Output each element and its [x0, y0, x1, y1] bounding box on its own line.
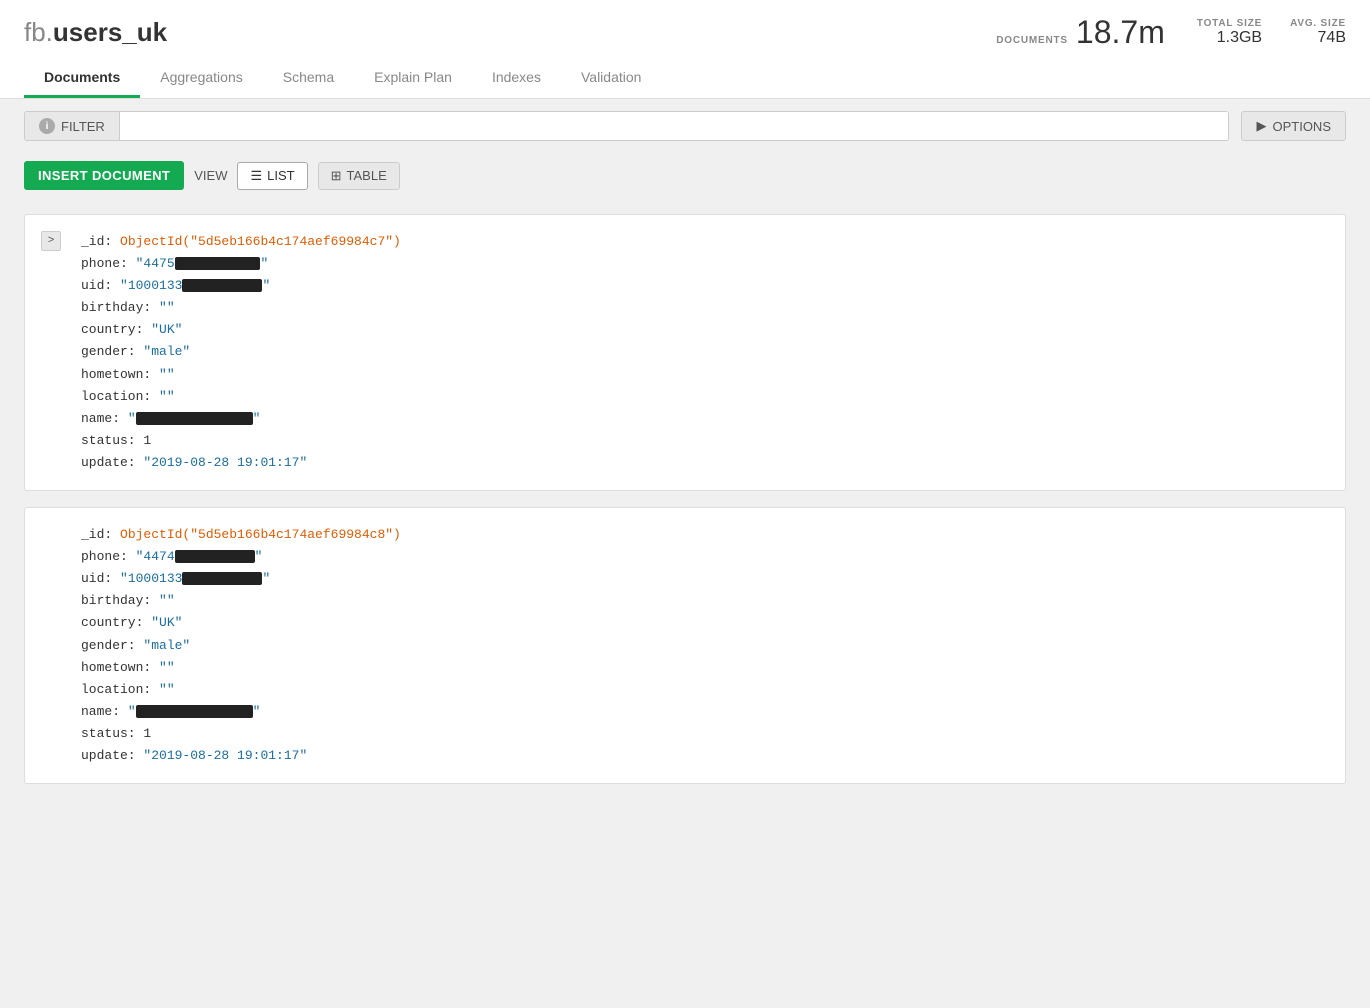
- title-name: users_uk: [53, 17, 167, 47]
- documents-stat: DOCUMENTS 18.7m: [996, 14, 1165, 51]
- field-birthday-2: birthday: "": [81, 590, 1325, 612]
- title-row: fb.users_uk DOCUMENTS 18.7m TOTAL SIZE 1…: [24, 0, 1346, 59]
- total-size-block: TOTAL SIZE 1.3GB: [1197, 18, 1262, 47]
- field-hometown-2: hometown: "": [81, 657, 1325, 679]
- field-status: status: 1: [81, 430, 1325, 452]
- field-country: country: "UK": [81, 319, 1325, 341]
- field-gender: gender: "male": [81, 341, 1325, 363]
- action-bar: INSERT DOCUMENT VIEW ☰ LIST ⊞ TABLE: [0, 153, 1370, 198]
- field-id: _id: ObjectId("5d5eb166b4c174aef69984c7"…: [81, 231, 1325, 253]
- tab-explain-plan[interactable]: Explain Plan: [354, 59, 472, 98]
- list-label: LIST: [267, 168, 294, 183]
- options-arrow-icon: ▶: [1256, 118, 1266, 134]
- tab-documents[interactable]: Documents: [24, 59, 140, 98]
- options-label: OPTIONS: [1272, 119, 1331, 134]
- stats-area: DOCUMENTS 18.7m TOTAL SIZE 1.3GB AVG. SI…: [996, 14, 1346, 51]
- total-size-value: 1.3GB: [1197, 29, 1262, 47]
- avg-size-block: AVG. SIZE 74B: [1290, 18, 1346, 47]
- filter-info-icon: i: [39, 118, 55, 134]
- filter-container: i FILTER: [24, 111, 1229, 141]
- table-icon: ⊞: [331, 168, 342, 184]
- options-button[interactable]: ▶ OPTIONS: [1241, 111, 1346, 141]
- collection-title: fb.users_uk: [24, 17, 167, 48]
- table-label: TABLE: [347, 168, 387, 183]
- tab-schema[interactable]: Schema: [263, 59, 354, 98]
- field-update: update: "2019-08-28 19:01:17": [81, 452, 1325, 474]
- size-group: TOTAL SIZE 1.3GB AVG. SIZE 74B: [1197, 18, 1346, 47]
- tab-validation[interactable]: Validation: [561, 59, 661, 98]
- field-name-2: name: " ": [81, 701, 1325, 723]
- filter-left[interactable]: i FILTER: [25, 112, 120, 140]
- field-phone-2: phone: "4474 ": [81, 546, 1325, 568]
- documents-area: > _id: ObjectId("5d5eb166b4c174aef69984c…: [0, 198, 1370, 998]
- list-icon: ☰: [250, 168, 262, 184]
- field-uid: uid: "1000133 ": [81, 275, 1325, 297]
- field-gender-2: gender: "male": [81, 635, 1325, 657]
- list-view-button[interactable]: ☰ LIST: [237, 162, 307, 190]
- tab-aggregations[interactable]: Aggregations: [140, 59, 263, 98]
- field-country-2: country: "UK": [81, 612, 1325, 634]
- tabs-row: Documents Aggregations Schema Explain Pl…: [24, 59, 1346, 98]
- total-size-label: TOTAL SIZE: [1197, 18, 1262, 29]
- field-location: location: "": [81, 386, 1325, 408]
- field-location-2: location: "": [81, 679, 1325, 701]
- avg-size-label: AVG. SIZE: [1290, 18, 1346, 29]
- avg-size-value: 74B: [1290, 29, 1346, 47]
- field-hometown: hometown: "": [81, 364, 1325, 386]
- field-id-2: _id: ObjectId("5d5eb166b4c174aef69984c8"…: [81, 524, 1325, 546]
- documents-value: 18.7m: [1076, 14, 1165, 51]
- field-phone: phone: "4475 ": [81, 253, 1325, 275]
- view-label: VIEW: [194, 168, 227, 183]
- filter-input[interactable]: [120, 112, 1229, 140]
- filter-label: FILTER: [61, 119, 105, 134]
- tab-indexes[interactable]: Indexes: [472, 59, 561, 98]
- table-view-button[interactable]: ⊞ TABLE: [318, 162, 400, 190]
- insert-document-button[interactable]: INSERT DOCUMENT: [24, 161, 184, 190]
- title-prefix: fb.: [24, 17, 53, 47]
- toolbar-area: i FILTER ▶ OPTIONS: [0, 99, 1370, 153]
- expand-icon: >: [48, 232, 55, 251]
- documents-label: DOCUMENTS: [996, 35, 1068, 46]
- top-bar: fb.users_uk DOCUMENTS 18.7m TOTAL SIZE 1…: [0, 0, 1370, 99]
- document-card: _id: ObjectId("5d5eb166b4c174aef69984c8"…: [24, 507, 1346, 784]
- field-uid-2: uid: "1000133 ": [81, 568, 1325, 590]
- doc-expand-button[interactable]: >: [41, 231, 61, 251]
- field-update-2: update: "2019-08-28 19:01:17": [81, 745, 1325, 767]
- field-status-2: status: 1: [81, 723, 1325, 745]
- document-card: > _id: ObjectId("5d5eb166b4c174aef69984c…: [24, 214, 1346, 491]
- field-birthday: birthday: "": [81, 297, 1325, 319]
- field-name: name: " ": [81, 408, 1325, 430]
